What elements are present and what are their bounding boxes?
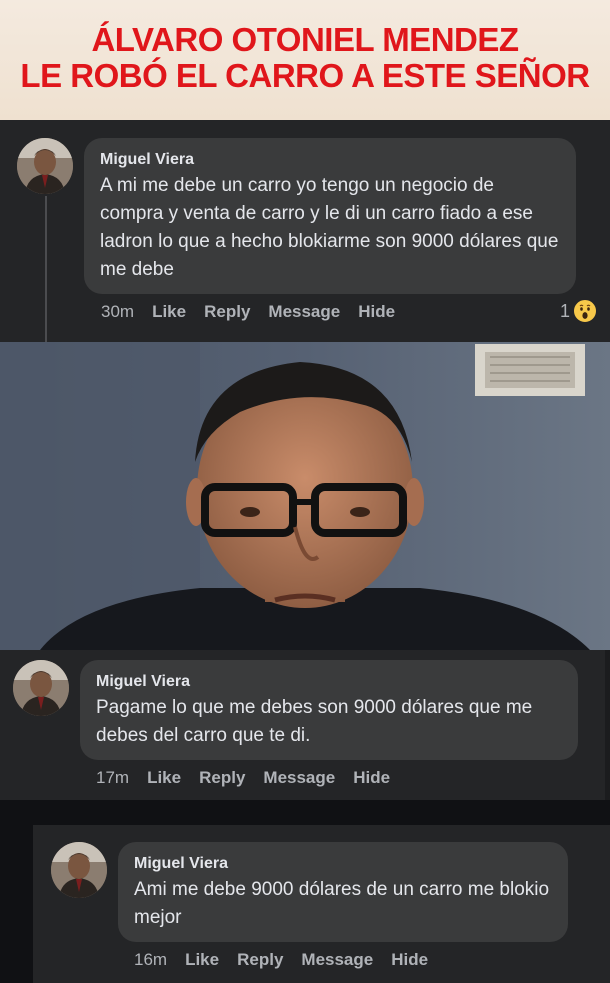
comment-text: A mi me debe un carro yo tengo un negoci…	[100, 175, 559, 280]
comment-author[interactable]: Miguel Viera	[100, 150, 560, 170]
comment-text: Pagame lo que me debes son 9000 dólares …	[96, 697, 533, 746]
hide-button[interactable]: Hide	[353, 768, 390, 788]
headline-line-1: ÁLVARO OTONIEL MENDEZ	[91, 21, 519, 58]
like-button[interactable]: Like	[152, 302, 186, 322]
comment-text: Ami me debe 9000 dólares de un carro me …	[134, 879, 550, 928]
avatar[interactable]	[13, 660, 69, 716]
message-button[interactable]: Message	[268, 302, 340, 322]
reaction-summary[interactable]: 1	[560, 299, 598, 323]
comment-author[interactable]: Miguel Viera	[134, 854, 552, 874]
comment-bubble-3: Miguel Viera Ami me debe 9000 dólares de…	[118, 842, 568, 942]
headline-banner: ÁLVARO OTONIEL MENDEZ LE ROBÓ EL CARRO A…	[0, 0, 610, 120]
man-with-glasses-photo	[0, 342, 610, 650]
reply-button[interactable]: Reply	[204, 302, 250, 322]
comment-actions-1: 30m Like Reply Message Hide	[101, 302, 395, 322]
avatar[interactable]	[51, 842, 107, 898]
hide-button[interactable]: Hide	[391, 950, 428, 970]
avatar[interactable]	[17, 138, 73, 194]
comment-timestamp[interactable]: 17m	[96, 768, 129, 788]
message-button[interactable]: Message	[301, 950, 373, 970]
message-button[interactable]: Message	[263, 768, 335, 788]
comment-timestamp[interactable]: 16m	[134, 950, 167, 970]
wow-emoji-icon	[573, 299, 598, 323]
comment-actions-3: 16m Like Reply Message Hide	[134, 950, 428, 970]
like-button[interactable]: Like	[147, 768, 181, 788]
comment-bubble-2: Miguel Viera Pagame lo que me debes son …	[80, 660, 578, 760]
comment-timestamp[interactable]: 30m	[101, 302, 134, 322]
reply-button[interactable]: Reply	[237, 950, 283, 970]
comment-bubble-1: Miguel Viera A mi me debe un carro yo te…	[84, 138, 576, 294]
reply-button[interactable]: Reply	[199, 768, 245, 788]
like-button[interactable]: Like	[185, 950, 219, 970]
headline-line-2: LE ROBÓ EL CARRO A ESTE SEÑOR	[20, 57, 590, 94]
comment-author[interactable]: Miguel Viera	[96, 672, 562, 692]
thread-line	[45, 196, 47, 342]
comment-actions-2: 17m Like Reply Message Hide	[96, 768, 390, 788]
hide-button[interactable]: Hide	[358, 302, 395, 322]
reaction-count: 1	[560, 300, 571, 321]
